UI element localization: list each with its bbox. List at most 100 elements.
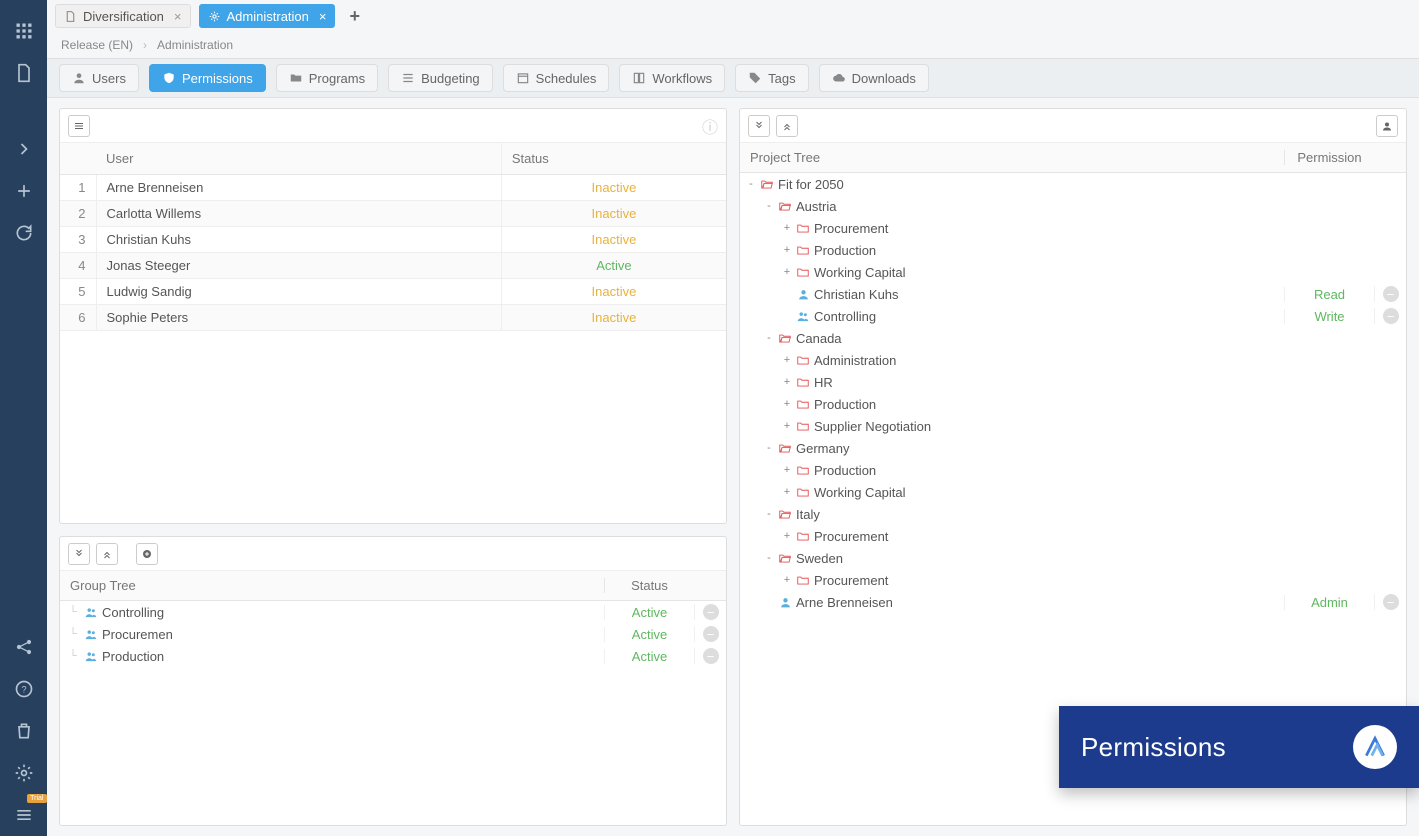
tree-row[interactable]: └ Procuremen Active − [60, 623, 726, 645]
remove-button[interactable]: − [703, 626, 719, 642]
user-button[interactable] [1376, 115, 1398, 137]
folder-icon [796, 485, 810, 499]
folder-open-icon [778, 551, 792, 565]
tree-row[interactable]: - Germany [740, 437, 1406, 459]
tree-row[interactable]: Arne Brenneisen Admin − [740, 591, 1406, 613]
toggle-icon[interactable]: - [746, 178, 756, 190]
subtab-workflows[interactable]: Workflows [619, 64, 725, 92]
toggle-icon[interactable]: + [782, 222, 792, 234]
subtab-permissions[interactable]: Permissions [149, 64, 266, 92]
expand-all-button[interactable] [748, 115, 770, 137]
menu-icon[interactable]: Trial [9, 800, 39, 830]
permission-value: Admin [1284, 595, 1374, 610]
subtab-downloads[interactable]: Downloads [819, 64, 929, 92]
remove-button[interactable]: − [1383, 594, 1399, 610]
toggle-icon[interactable]: + [782, 398, 792, 410]
folder-icon [289, 71, 303, 85]
remove-button[interactable]: − [703, 648, 719, 664]
subtab-tags[interactable]: Tags [735, 64, 808, 92]
node-label: Administration [814, 353, 896, 368]
close-icon[interactable]: × [174, 9, 182, 24]
tree-row[interactable]: + Production [740, 239, 1406, 261]
add-group-button[interactable] [136, 543, 158, 565]
help-icon[interactable]: ? [9, 674, 39, 704]
trash-icon[interactable] [9, 716, 39, 746]
column-user[interactable]: User [96, 143, 501, 175]
table-row[interactable]: 4 Jonas Steeger Active [60, 253, 726, 279]
toggle-icon[interactable]: - [764, 552, 774, 564]
folder-icon [796, 221, 810, 235]
add-tab-button[interactable]: + [343, 6, 366, 27]
tree-row[interactable]: + Procurement [740, 217, 1406, 239]
expand-all-button[interactable] [68, 543, 90, 565]
plus-icon[interactable] [9, 176, 39, 206]
chevron-right-icon[interactable] [9, 134, 39, 164]
subtab-programs[interactable]: Programs [276, 64, 378, 92]
folder-icon [796, 397, 810, 411]
tree-row[interactable]: + Production [740, 393, 1406, 415]
toggle-icon[interactable]: - [764, 332, 774, 344]
close-icon[interactable]: × [319, 9, 327, 24]
tab-diversification[interactable]: Diversification × [55, 4, 191, 28]
node-label: Austria [796, 199, 836, 214]
subtab-budgeting[interactable]: Budgeting [388, 64, 493, 92]
toggle-icon[interactable]: + [782, 420, 792, 432]
tree-row[interactable]: Christian Kuhs Read − [740, 283, 1406, 305]
tree-row[interactable]: + HR [740, 371, 1406, 393]
tree-row[interactable]: └ Production Active − [60, 645, 726, 667]
tree-row[interactable]: - Fit for 2050 [740, 173, 1406, 195]
remove-button[interactable]: − [1383, 286, 1399, 302]
breadcrumb-root[interactable]: Release (EN) [61, 38, 133, 52]
collapse-all-button[interactable] [96, 543, 118, 565]
tree-row[interactable]: - Austria [740, 195, 1406, 217]
toggle-icon[interactable]: + [782, 486, 792, 498]
table-row[interactable]: 6 Sophie Peters Inactive [60, 305, 726, 331]
tree-row[interactable]: - Italy [740, 503, 1406, 525]
tree-row[interactable]: - Canada [740, 327, 1406, 349]
app-sidebar: ? Trial [0, 0, 47, 836]
tree-row[interactable]: + Procurement [740, 525, 1406, 547]
subtab-schedules[interactable]: Schedules [503, 64, 610, 92]
collapse-all-button[interactable] [776, 115, 798, 137]
tree-row[interactable]: + Production [740, 459, 1406, 481]
user-name: Christian Kuhs [96, 227, 501, 253]
toggle-icon[interactable]: + [782, 244, 792, 256]
toggle-icon[interactable]: - [764, 508, 774, 520]
menu-button[interactable] [68, 115, 90, 137]
subtab-users[interactable]: Users [59, 64, 139, 92]
tree-row[interactable]: + Supplier Negotiation [740, 415, 1406, 437]
tree-row[interactable]: - Sweden [740, 547, 1406, 569]
toggle-icon[interactable]: + [782, 354, 792, 366]
grid-icon[interactable] [9, 16, 39, 46]
toggle-icon[interactable]: + [782, 266, 792, 278]
toggle-icon[interactable]: - [764, 200, 774, 212]
tree-row[interactable]: + Administration [740, 349, 1406, 371]
gear-icon[interactable] [9, 758, 39, 788]
tree-row[interactable]: + Working Capital [740, 261, 1406, 283]
table-row[interactable]: 5 Ludwig Sandig Inactive [60, 279, 726, 305]
info-icon[interactable]: ⓘ [702, 114, 718, 138]
toggle-icon[interactable]: - [764, 442, 774, 454]
toggle-icon[interactable]: + [782, 376, 792, 388]
column-status[interactable]: Status [501, 143, 726, 175]
group-status: Active [604, 605, 694, 620]
remove-button[interactable]: − [1383, 308, 1399, 324]
toggle-icon[interactable]: + [782, 574, 792, 586]
cloud-icon [832, 71, 846, 85]
tab-administration[interactable]: Administration × [199, 4, 336, 28]
tree-row[interactable]: + Working Capital [740, 481, 1406, 503]
tree-row[interactable]: + Procurement [740, 569, 1406, 591]
toggle-icon[interactable]: + [782, 530, 792, 542]
table-row[interactable]: 1 Arne Brenneisen Inactive [60, 175, 726, 201]
toggle-icon[interactable]: + [782, 464, 792, 476]
refresh-icon[interactable] [9, 218, 39, 248]
table-row[interactable]: 2 Carlotta Willems Inactive [60, 201, 726, 227]
tree-row[interactable]: └ Controlling Active − [60, 601, 726, 623]
share-icon[interactable] [9, 632, 39, 662]
tree-row[interactable]: Controlling Write − [740, 305, 1406, 327]
permission-value: Write [1284, 309, 1374, 324]
remove-button[interactable]: − [703, 604, 719, 620]
table-row[interactable]: 3 Christian Kuhs Inactive [60, 227, 726, 253]
users-table: User Status 1 Arne Brenneisen Inactive2 … [60, 143, 726, 331]
file-icon[interactable] [9, 58, 39, 88]
